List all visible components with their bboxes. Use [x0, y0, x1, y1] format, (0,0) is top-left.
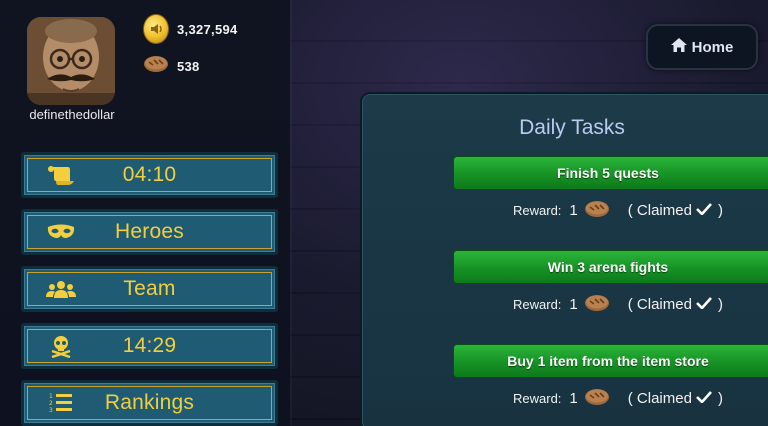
bread-icon: [143, 53, 169, 80]
skull-crossbones-icon: [46, 334, 76, 358]
reward-row: Reward: 1 ( Claimed ): [513, 386, 723, 411]
users-icon: [46, 277, 76, 301]
menu-button-rankings[interactable]: 1 2 3 Rankings: [21, 380, 278, 426]
home-button[interactable]: Home: [646, 24, 758, 70]
reward-row: Reward: 1 ( Claimed ): [513, 292, 723, 317]
mask-icon: [46, 220, 76, 244]
menu-button-team[interactable]: Team: [21, 266, 278, 312]
task-bar[interactable]: Finish 5 quests: [453, 156, 768, 190]
reward-label: Reward:: [513, 297, 562, 312]
reward-label: Reward:: [513, 391, 562, 406]
gold-amount: 3,327,594: [177, 21, 238, 37]
scroll-icon: [46, 163, 76, 187]
numbered-list-icon: 1 2 3: [46, 391, 76, 415]
gold-stat: 3,327,594: [143, 14, 238, 44]
menu-button-quests-timer[interactable]: 04:10: [21, 152, 278, 198]
bread-icon: [582, 198, 612, 223]
svg-text:1: 1: [49, 393, 53, 400]
reward-amount: 1: [569, 202, 578, 219]
claimed-status: ( Claimed ): [627, 296, 723, 313]
menu-button-heroes[interactable]: Heroes: [21, 209, 278, 255]
menu-label: Rankings: [104, 391, 195, 414]
username: definethedollar: [29, 107, 115, 122]
menu-label: 14:29: [122, 334, 177, 357]
check-icon: [696, 390, 712, 407]
claimed-status: ( Claimed ): [627, 390, 723, 407]
menu-button-raid-timer[interactable]: 14:29: [21, 323, 278, 369]
menu-label: Heroes: [115, 220, 184, 243]
reward-label: Reward:: [513, 203, 562, 218]
bread-icon: [582, 292, 612, 317]
home-label: Home: [691, 38, 734, 56]
reward-amount: 1: [569, 296, 578, 313]
menu-label: 04:10: [122, 163, 177, 186]
bread-stat: 538: [143, 53, 200, 80]
task-name: Buy 1 item from the item store: [507, 353, 709, 369]
check-icon: [696, 202, 712, 219]
daily-tasks-title: Daily Tasks: [519, 116, 625, 139]
task-name: Finish 5 quests: [557, 165, 659, 181]
daily-tasks-panel: Daily Tasks Finish 5 quests Reward: 1 ( …: [360, 92, 768, 426]
svg-text:2: 2: [49, 400, 53, 407]
side-panel: definethedollar 3,327,594 538 04:10 Hero…: [0, 0, 290, 426]
reward-amount: 1: [569, 390, 578, 407]
svg-text:3: 3: [49, 407, 53, 414]
claimed-status: ( Claimed ): [627, 202, 723, 219]
check-icon: [696, 296, 712, 313]
reward-row: Reward: 1 ( Claimed ): [513, 198, 723, 223]
task-name: Win 3 arena fights: [547, 259, 669, 275]
bread-icon: [582, 386, 612, 411]
avatar[interactable]: [27, 17, 115, 105]
gold-coin-icon: [143, 14, 169, 44]
home-icon: [670, 37, 687, 57]
bread-amount: 538: [177, 59, 200, 74]
task-bar[interactable]: Win 3 arena fights: [453, 250, 768, 284]
task-bar[interactable]: Buy 1 item from the item store: [453, 344, 768, 378]
menu-label: Team: [123, 277, 176, 300]
